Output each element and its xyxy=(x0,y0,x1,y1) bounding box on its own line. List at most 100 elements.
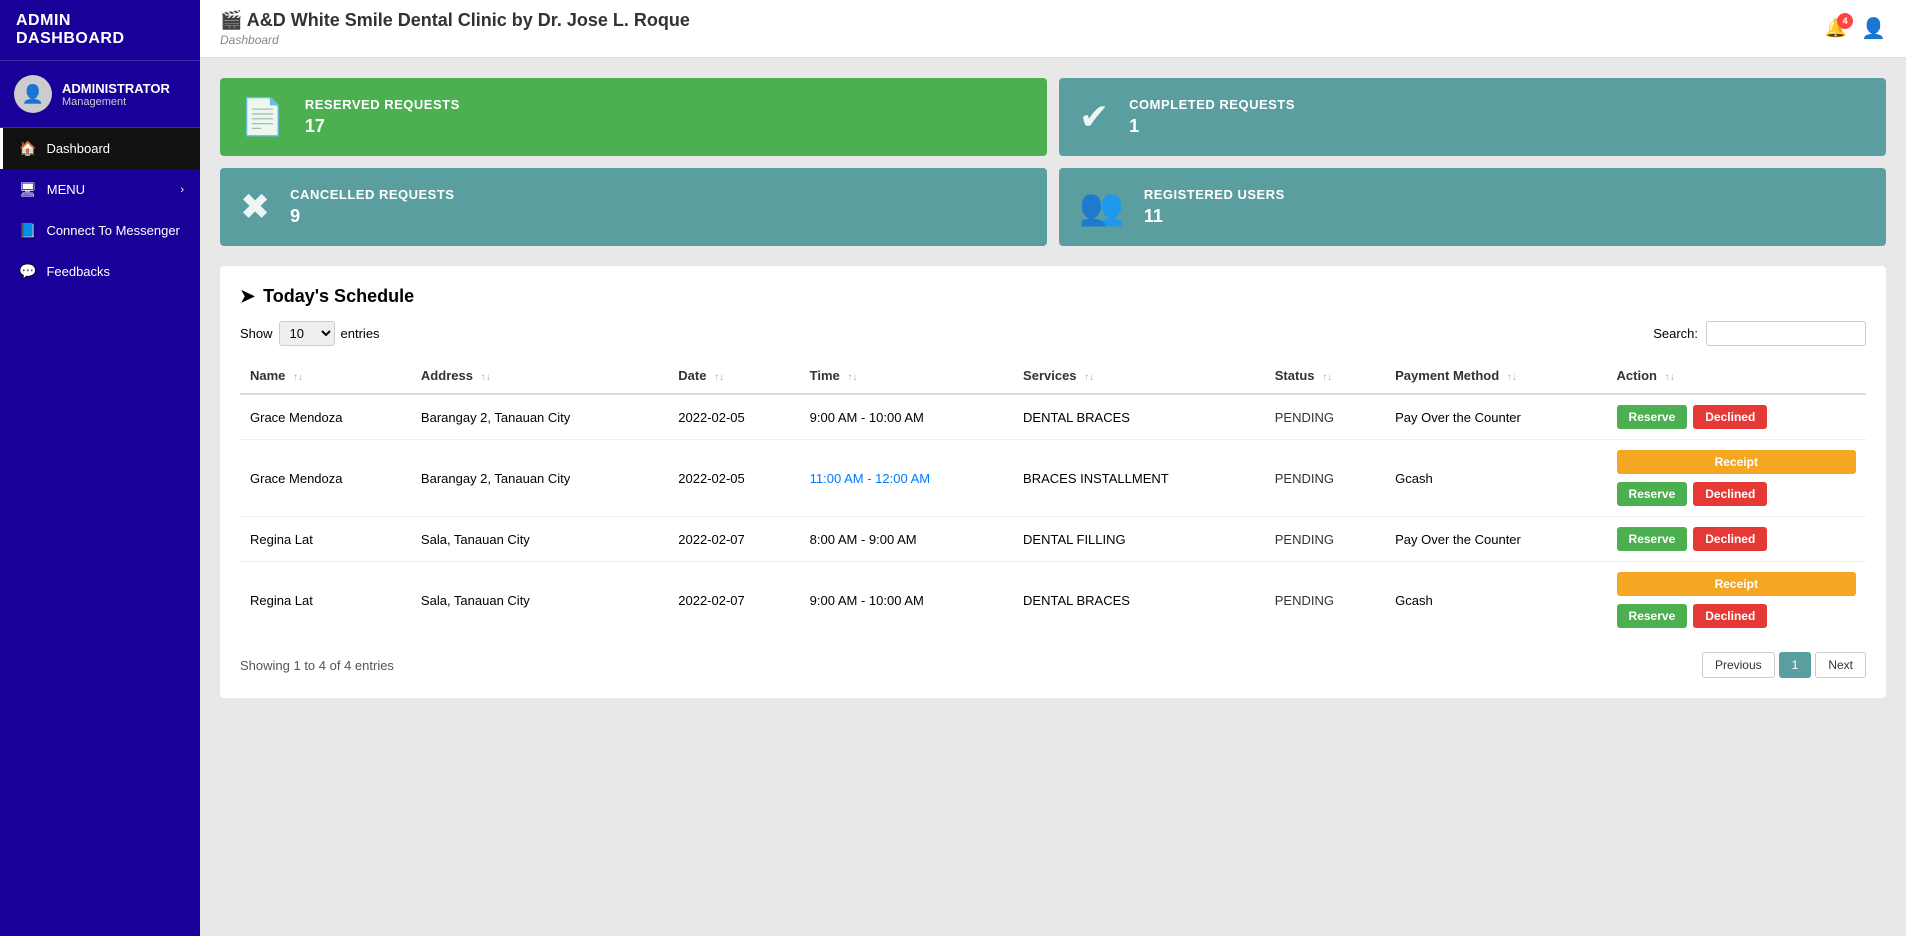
previous-button[interactable]: Previous xyxy=(1702,652,1775,678)
sidebar-profile: 👤 ADMINISTRATOR Management xyxy=(0,61,200,128)
entries-label: entries xyxy=(341,326,380,341)
cancelled-value: 9 xyxy=(290,206,454,227)
sort-icon-services: ↑↓ xyxy=(1084,372,1094,383)
sidebar-item-dashboard[interactable]: 🏠 Dashboard xyxy=(0,128,200,169)
reserved-info: RESERVED REQUESTS 17 xyxy=(305,97,460,137)
cell-name: Grace Mendoza xyxy=(240,394,411,440)
showing-text: Showing 1 to 4 of 4 entries xyxy=(240,658,394,673)
show-label: Show xyxy=(240,326,273,341)
action-cell: Receipt Reserve Declined xyxy=(1617,450,1856,506)
table-header: Name ↑↓ Address ↑↓ Date ↑↓ Time ↑↓ Servi… xyxy=(240,358,1866,394)
sidebar-item-dashboard-label: Dashboard xyxy=(46,141,110,156)
notification-badge: 4 xyxy=(1837,13,1853,29)
sidebar: ADMIN DASHBOARD 👤 ADMINISTRATOR Manageme… xyxy=(0,0,200,936)
sidebar-item-feedbacks-label: Feedbacks xyxy=(46,264,110,279)
schedule-title: ➤ Today's Schedule xyxy=(240,286,1866,307)
action-cell: Reserve Declined xyxy=(1617,405,1856,429)
cell-address: Barangay 2, Tanauan City xyxy=(411,440,668,517)
schedule-table: Name ↑↓ Address ↑↓ Date ↑↓ Time ↑↓ Servi… xyxy=(240,358,1866,638)
sidebar-item-menu-label: MENU xyxy=(47,182,85,197)
cell-date: 2022-02-05 xyxy=(668,394,799,440)
page-1-button[interactable]: 1 xyxy=(1779,652,1812,678)
action-row: Reserve Declined xyxy=(1617,604,1856,628)
registered-value: 11 xyxy=(1144,206,1285,227)
reserve-button[interactable]: Reserve xyxy=(1617,405,1688,429)
cell-action: Reserve Declined xyxy=(1607,517,1866,562)
table-row: Regina Lat Sala, Tanauan City 2022-02-07… xyxy=(240,517,1866,562)
sort-icon-address: ↑↓ xyxy=(481,372,491,383)
cell-date: 2022-02-05 xyxy=(668,440,799,517)
user-icon[interactable]: 👤 xyxy=(1861,16,1886,41)
dashboard-icon: 🏠 xyxy=(19,140,36,157)
search-label: Search: xyxy=(1653,326,1698,341)
reserve-button[interactable]: Reserve xyxy=(1617,527,1688,551)
sort-icon-name: ↑↓ xyxy=(293,372,303,383)
table-body: Grace Mendoza Barangay 2, Tanauan City 2… xyxy=(240,394,1866,638)
cell-address: Barangay 2, Tanauan City xyxy=(411,394,668,440)
table-controls: Show 10 25 50 100 entries Search: xyxy=(240,321,1866,346)
col-time: Time ↑↓ xyxy=(800,358,1013,394)
declined-button[interactable]: Declined xyxy=(1693,405,1767,429)
sidebar-item-menu[interactable]: 🖥 MENU › xyxy=(0,169,200,210)
reserved-icon: 📄 xyxy=(240,96,285,138)
cell-status: PENDING xyxy=(1265,440,1385,517)
col-address: Address ↑↓ xyxy=(411,358,668,394)
cell-name: Regina Lat xyxy=(240,517,411,562)
sidebar-item-messenger[interactable]: 📘 Connect To Messenger xyxy=(0,210,200,251)
cell-time: 9:00 AM - 10:00 AM xyxy=(800,562,1013,639)
sidebar-item-feedbacks[interactable]: 💬 Feedbacks xyxy=(0,251,200,292)
declined-button[interactable]: Declined xyxy=(1693,604,1767,628)
cell-status: PENDING xyxy=(1265,394,1385,440)
topbar-subtitle: Dashboard xyxy=(220,33,690,47)
completed-label: COMPLETED REQUESTS xyxy=(1129,97,1295,112)
cell-time: 9:00 AM - 10:00 AM xyxy=(800,394,1013,440)
notifications[interactable]: 🔔 4 xyxy=(1825,18,1847,39)
clinic-name: A&D White Smile Dental Clinic by Dr. Jos… xyxy=(247,10,690,30)
stat-card-reserved[interactable]: 📄 RESERVED REQUESTS 17 xyxy=(220,78,1047,156)
cell-services: BRACES INSTALLMENT xyxy=(1013,440,1265,517)
stat-cards: 📄 RESERVED REQUESTS 17 ✔ COMPLETED REQUE… xyxy=(220,78,1886,246)
menu-icon: 🖥 xyxy=(19,181,37,198)
cell-payment: Gcash xyxy=(1385,562,1606,639)
reserve-button[interactable]: Reserve xyxy=(1617,482,1688,506)
table-row: Grace Mendoza Barangay 2, Tanauan City 2… xyxy=(240,440,1866,517)
declined-button[interactable]: Declined xyxy=(1693,527,1767,551)
table-controls-right: Search: xyxy=(1653,321,1866,346)
stat-card-registered[interactable]: 👥 REGISTERED USERS 11 xyxy=(1059,168,1886,246)
completed-value: 1 xyxy=(1129,116,1295,137)
search-input[interactable] xyxy=(1706,321,1866,346)
cell-payment: Pay Over the Counter xyxy=(1385,394,1606,440)
declined-button[interactable]: Declined xyxy=(1693,482,1767,506)
entries-select[interactable]: 10 25 50 100 xyxy=(279,321,335,346)
action-row: Reserve Declined xyxy=(1617,405,1856,429)
main-content: 🎬 A&D White Smile Dental Clinic by Dr. J… xyxy=(200,0,1906,936)
cell-date: 2022-02-07 xyxy=(668,517,799,562)
content-area: 📄 RESERVED REQUESTS 17 ✔ COMPLETED REQUE… xyxy=(200,58,1906,936)
schedule-title-text: Today's Schedule xyxy=(263,286,414,307)
reserve-button[interactable]: Reserve xyxy=(1617,604,1688,628)
receipt-button[interactable]: Receipt xyxy=(1617,572,1856,596)
cell-address: Sala, Tanauan City xyxy=(411,517,668,562)
sort-icon-action: ↑↓ xyxy=(1665,372,1675,383)
cell-payment: Gcash xyxy=(1385,440,1606,517)
sort-icon-payment: ↑↓ xyxy=(1507,372,1517,383)
sort-icon-date: ↑↓ xyxy=(714,372,724,383)
clinic-icon: 🎬 xyxy=(220,10,242,30)
receipt-button[interactable]: Receipt xyxy=(1617,450,1856,474)
topbar: 🎬 A&D White Smile Dental Clinic by Dr. J… xyxy=(200,0,1906,58)
profile-role: Management xyxy=(62,96,170,108)
cell-action: Receipt Reserve Declined xyxy=(1607,562,1866,639)
stat-card-completed[interactable]: ✔ COMPLETED REQUESTS 1 xyxy=(1059,78,1886,156)
col-payment: Payment Method ↑↓ xyxy=(1385,358,1606,394)
table-controls-left: Show 10 25 50 100 entries xyxy=(240,321,380,346)
messenger-icon: 📘 xyxy=(19,222,36,239)
action-row: Reserve Declined xyxy=(1617,482,1856,506)
next-button[interactable]: Next xyxy=(1815,652,1866,678)
cancelled-info: CANCELLED REQUESTS 9 xyxy=(290,187,454,227)
cell-payment: Pay Over the Counter xyxy=(1385,517,1606,562)
stat-card-cancelled[interactable]: ✖ CANCELLED REQUESTS 9 xyxy=(220,168,1047,246)
cell-date: 2022-02-07 xyxy=(668,562,799,639)
col-date: Date ↑↓ xyxy=(668,358,799,394)
cell-time: 11:00 AM - 12:00 AM xyxy=(800,440,1013,517)
profile-name: ADMINISTRATOR xyxy=(62,81,170,96)
